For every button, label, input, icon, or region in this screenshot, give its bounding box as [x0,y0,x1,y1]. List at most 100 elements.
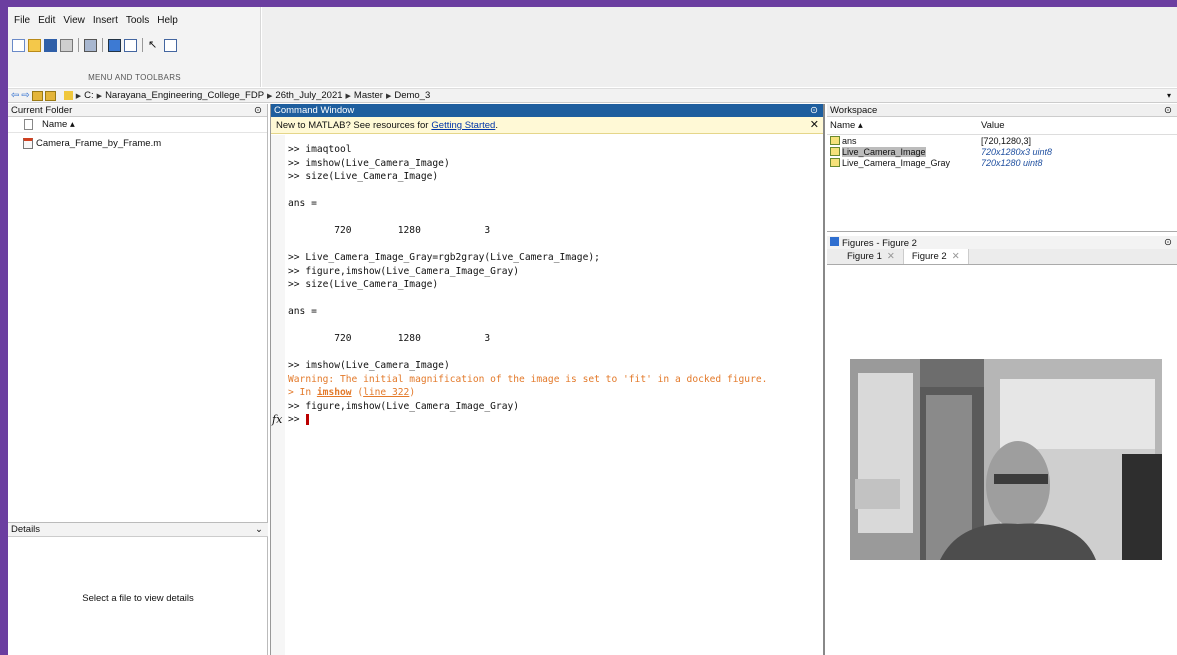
panel-menu-icon[interactable]: ⊙ [254,105,262,116]
panel-menu-icon[interactable]: ⊙ [810,105,818,116]
details-message: Select a file to view details [82,593,194,604]
crumb-folder[interactable]: Narayana_Engineering_College_FDP [105,90,264,101]
panel-menu-icon[interactable]: ⊙ [1164,237,1172,248]
command-window-title: Command Window [274,105,355,116]
toolbar: ↖ [12,38,177,52]
command-window-body[interactable]: >> imaqtool >> imshow(Live_Camera_Image)… [271,135,824,655]
var-value: [720,1280,3] [981,135,1032,146]
chevron-right-icon: ▶ [385,92,392,100]
menu-file[interactable]: File [14,15,30,26]
current-folder-title: Current Folder [11,104,73,116]
workspace-title: Workspace [830,104,878,116]
figure-icon[interactable] [108,38,121,52]
tab-label: Figure 2 [911,251,947,262]
toolbar-caption: MENU AND TOOLBARS [88,73,181,82]
getting-started-notice: New to MATLAB? See resources for Getting… [271,117,823,134]
new-file-icon[interactable] [12,38,25,52]
notice-text: New to MATLAB? See resources for [276,119,429,131]
workspace-title-bar: Workspace ⊙ [827,104,1177,117]
crumb-folder[interactable]: 26th_July_2021 [275,90,342,101]
table-row[interactable]: Live_Camera_Image 720x1280x3 uint8 [827,146,1177,157]
panel-icon[interactable] [164,38,177,52]
open-folder-icon[interactable] [28,38,41,52]
getting-started-link[interactable]: Getting Started [431,120,495,131]
column-header-name[interactable]: Name ▴ [8,117,267,133]
warning-message: Warning: The initial magnification of th… [288,373,768,385]
command-line: >> Live_Camera_Image_Gray=rgb2gray(Live_… [288,252,600,263]
current-folder-panel: Current Folder ⊙ Name ▴ Camera_Frame_by_… [8,104,268,655]
figure-window-icon [830,236,839,246]
save-icon[interactable] [44,38,57,52]
close-icon[interactable]: ✕ [810,118,819,131]
figures-title-bar: Figures - Figure 2 ⊙ [827,236,1177,249]
tab-label: Figure 1 [847,251,882,262]
breadcrumb: ▶ C: ▶ Narayana_Engineering_College_FDP … [76,90,430,101]
column-header-name[interactable]: Name ▴ [827,120,981,131]
command-output: >> imaqtool >> imshow(Live_Camera_Image)… [288,144,600,371]
pointer-icon[interactable]: ↖ [148,39,161,52]
prompt: >> [288,414,300,425]
chevron-right-icon: ▶ [75,92,82,100]
list-item[interactable]: Camera_Frame_by_Frame.m [8,136,267,150]
panel-menu-icon[interactable]: ⊙ [1164,105,1172,116]
menu-insert[interactable]: Insert [93,15,118,26]
toolstrip-area [262,7,1177,87]
details-title-bar[interactable]: Details ⌄ [8,523,268,537]
toolbar-separator [102,38,103,52]
chevron-right-icon: ▶ [267,92,273,100]
close-icon[interactable]: ✕ [887,251,895,262]
menu-tools[interactable]: Tools [126,15,149,26]
command-line: >> imshow(Live_Camera_Image) [288,360,450,371]
camera-image-drawing [850,359,1162,560]
print-preview-icon[interactable] [84,38,97,52]
browse-folder-icon[interactable] [44,90,56,101]
current-folder-title-bar: Current Folder ⊙ [8,104,267,117]
command-history: >> imaqtool >> imshow(Live_Camera_Image)… [272,144,768,426]
table-row[interactable]: ans [720,1280,3] [827,135,1177,146]
menu-and-toolbars: File Edit View Insert Tools Help ↖ MENU … [8,7,261,87]
last-command: >> figure,imshow(Live_Camera_Image_Gray) [288,400,520,412]
crumb-folder[interactable]: Master [354,90,383,101]
imshow-link[interactable]: imshow [317,387,352,398]
back-icon[interactable]: ⇦ [11,90,19,101]
file-name: Camera_Frame_by_Frame.m [36,137,162,149]
figures-title: Figures - Figure 2 [842,237,917,249]
workspace-header: Name ▴ Value [827,117,1177,135]
var-name: Live_Camera_Image_Gray [842,157,951,168]
column-header-value[interactable]: Value [981,120,1177,131]
address-dropdown-icon[interactable]: ▾ [1167,91,1171,100]
up-folder-icon[interactable] [31,90,43,101]
command-line: >> figure,imshow(Live_Camera_Image_Gray) [288,265,520,277]
file-icon [24,119,33,130]
print-icon[interactable] [60,38,73,52]
grid-icon[interactable] [124,38,137,52]
command-line: ans = [288,306,317,317]
forward-icon[interactable]: ⇨ [21,90,29,101]
line-link[interactable]: line 322 [363,387,409,398]
figures-panel: Figures - Figure 2 ⊙ Figure 1 ✕ Figure 2 ✕ [827,236,1177,655]
chevron-right-icon: ▶ [345,92,351,100]
command-line: 720 1280 3 [334,225,491,236]
table-row[interactable]: Live_Camera_Image_Gray 720x1280 uint8 [827,157,1177,168]
close-icon[interactable]: ✕ [952,251,960,262]
command-line: >> imaqtool [288,144,352,155]
tab-figure-2[interactable]: Figure 2 ✕ [903,249,969,264]
chevron-down-icon[interactable]: ⌄ [255,524,263,535]
m-file-icon [23,137,33,149]
fx-icon[interactable]: fx [272,413,282,427]
command-line: ans = [288,198,317,209]
crumb-drive[interactable]: C: [84,90,94,101]
nav-buttons: ⇦ ⇨ [11,90,73,101]
folder-icon [63,91,73,100]
menu-help[interactable]: Help [157,15,178,26]
crumb-folder[interactable]: Demo_3 [394,90,430,101]
command-line: >> size(Live_Camera_Image) [288,279,439,290]
menu-view[interactable]: View [63,15,85,26]
column-label: Name ▴ [42,119,75,130]
menu-edit[interactable]: Edit [38,15,55,26]
command-window: Command Window ⊙ New to MATLAB? See reso… [270,104,825,655]
tab-figure-1[interactable]: Figure 1 ✕ [839,249,904,264]
var-name: Live_Camera_Image [842,146,926,157]
details-title: Details [11,524,41,535]
menu-bar: File Edit View Insert Tools Help [14,15,178,26]
